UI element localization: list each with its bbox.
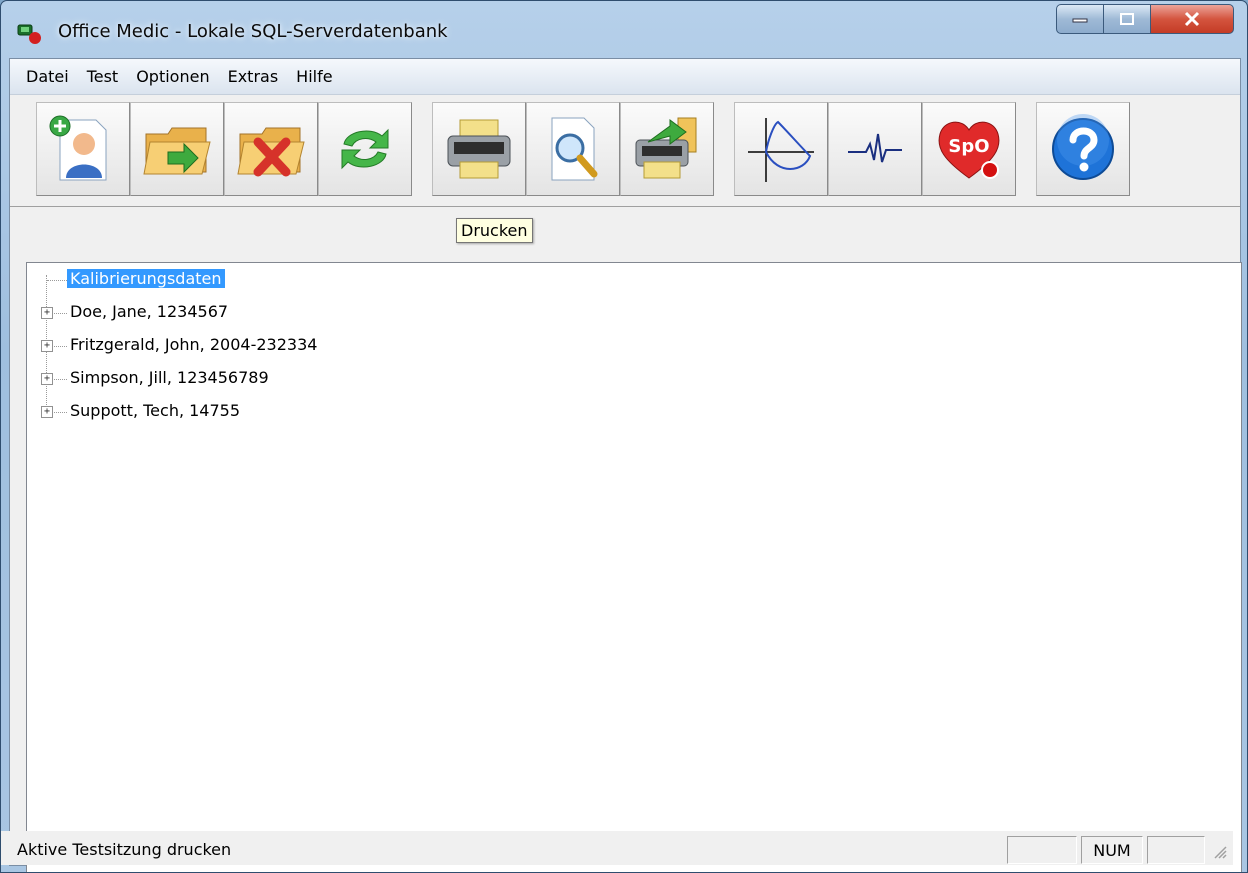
refresh-icon xyxy=(341,128,389,170)
flow-volume-loop-icon xyxy=(748,118,814,182)
expand-icon[interactable]: + xyxy=(41,340,53,352)
close-icon xyxy=(1184,11,1200,27)
app-icon xyxy=(17,24,41,44)
status-panel xyxy=(1147,836,1205,864)
num-lock-indicator: NUM xyxy=(1081,836,1143,864)
close-button[interactable] xyxy=(1150,4,1234,34)
open-button[interactable] xyxy=(130,102,224,196)
tree-item-patient[interactable]: + Fritzgerald, John, 2004-232334 xyxy=(27,333,427,359)
open-folder-icon xyxy=(143,127,211,175)
expand-icon[interactable]: + xyxy=(41,406,53,418)
status-text: Aktive Testsitzung drucken xyxy=(17,840,232,859)
delete-folder-icon xyxy=(237,127,305,177)
tree-item-label: Fritzgerald, John, 2004-232334 xyxy=(70,335,318,354)
maximize-icon xyxy=(1120,13,1134,25)
spo2-label: SpO xyxy=(948,136,989,157)
expand-icon[interactable]: + xyxy=(41,373,53,385)
help-button[interactable] xyxy=(1036,102,1130,196)
menu-datei[interactable]: Datei xyxy=(26,67,69,86)
new-patient-icon xyxy=(49,115,107,181)
spo2-button[interactable]: SpO xyxy=(922,102,1016,196)
app-window: Office Medic - Lokale SQL-Serverdatenban… xyxy=(0,0,1248,873)
refresh-button[interactable] xyxy=(318,102,412,196)
patient-tree[interactable]: Kalibrierungsdaten + Doe, Jane, 1234567 … xyxy=(26,262,1242,872)
tree-item-patient[interactable]: + Suppott, Tech, 14755 xyxy=(27,399,427,425)
export-print-icon xyxy=(635,117,697,179)
tree-item-label: Doe, Jane, 1234567 xyxy=(70,302,229,321)
title-bar[interactable]: Office Medic - Lokale SQL-Serverdatenban… xyxy=(1,1,1247,59)
resize-grip-icon[interactable] xyxy=(1211,843,1227,859)
tree-item-label: Kalibrierungsdaten xyxy=(67,269,225,288)
menu-optionen[interactable]: Optionen xyxy=(136,67,209,86)
expand-icon[interactable]: + xyxy=(41,307,53,319)
ecg-icon xyxy=(848,133,902,163)
client-area: Datei Test Optionen Extras Hilfe SpO Dru… xyxy=(9,58,1242,872)
tree-item-patient[interactable]: + Doe, Jane, 1234567 xyxy=(27,300,427,326)
tree-item-label: Suppott, Tech, 14755 xyxy=(70,401,241,420)
tree-item-patient[interactable]: + Simpson, Jill, 123456789 xyxy=(27,366,427,392)
export-button[interactable] xyxy=(620,102,714,196)
minimize-icon xyxy=(1072,18,1088,23)
menu-extras[interactable]: Extras xyxy=(228,67,279,86)
new-patient-button[interactable] xyxy=(36,102,130,196)
maximize-button[interactable] xyxy=(1103,4,1151,34)
menu-hilfe[interactable]: Hilfe xyxy=(296,67,332,86)
print-button[interactable] xyxy=(432,102,526,196)
spo2-heart-icon: SpO xyxy=(938,121,1000,179)
toolbar: SpO xyxy=(10,96,1240,207)
tree-item-kalibrierungsdaten[interactable]: Kalibrierungsdaten xyxy=(27,267,427,293)
print-preview-button[interactable] xyxy=(526,102,620,196)
tree-line xyxy=(47,280,67,281)
minimize-button[interactable] xyxy=(1056,4,1104,34)
print-preview-icon xyxy=(551,117,598,181)
print-icon xyxy=(447,119,511,179)
menu-test[interactable]: Test xyxy=(87,67,119,86)
status-bar: Aktive Testsitzung drucken NUM xyxy=(1,831,1233,865)
flow-volume-button[interactable] xyxy=(734,102,828,196)
window-title: Office Medic - Lokale SQL-Serverdatenban… xyxy=(58,21,448,42)
help-icon xyxy=(1052,114,1114,180)
tree-item-label: Simpson, Jill, 123456789 xyxy=(70,368,269,387)
ecg-button[interactable] xyxy=(828,102,922,196)
menu-bar: Datei Test Optionen Extras Hilfe xyxy=(10,59,1240,95)
status-panel xyxy=(1007,836,1077,864)
tooltip: Drucken xyxy=(456,218,533,243)
delete-button[interactable] xyxy=(224,102,318,196)
